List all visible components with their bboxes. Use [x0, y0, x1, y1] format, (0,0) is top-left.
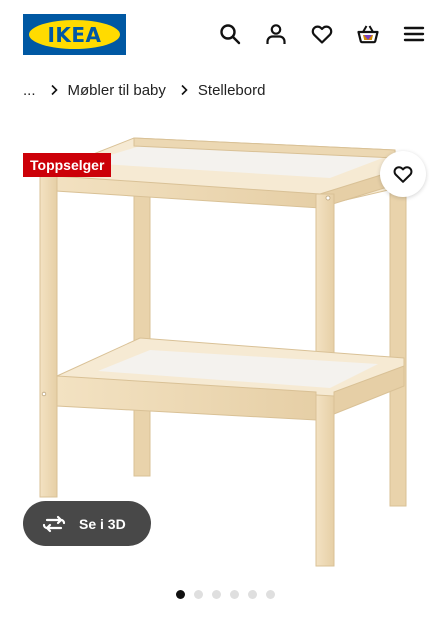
carousel-dot[interactable] [193, 590, 203, 599]
breadcrumb-ellipsis[interactable]: ... [23, 82, 36, 99]
basket-icon[interactable] [356, 22, 380, 46]
carousel-dot[interactable] [211, 590, 221, 599]
top-seller-badge: Toppselger [23, 153, 112, 177]
carousel-pagination [0, 590, 447, 600]
breadcrumb: ... Møbler til baby Stellebord [23, 80, 265, 100]
heart-icon[interactable] [310, 22, 334, 46]
carousel-dot[interactable] [175, 590, 185, 599]
header: IKEA [0, 0, 447, 68]
breadcrumb-current[interactable]: Stellebord [198, 82, 266, 99]
logo-oval: IKEA [29, 20, 120, 49]
account-icon[interactable] [264, 22, 288, 46]
rotate-3d-icon [42, 515, 66, 532]
menu-icon[interactable] [402, 22, 426, 46]
chevron-right-icon [47, 83, 61, 97]
chevron-right-icon [177, 83, 191, 97]
heart-icon [393, 166, 413, 183]
logo-text: IKEA [47, 22, 102, 47]
add-to-favourites-button[interactable] [380, 151, 426, 197]
view-in-3d-button[interactable]: Se i 3D [23, 501, 151, 546]
carousel-dot[interactable] [265, 590, 275, 599]
ikea-logo[interactable]: IKEA [23, 14, 126, 55]
view-in-3d-label: Se i 3D [79, 515, 126, 532]
search-icon[interactable] [218, 22, 242, 46]
carousel-dot[interactable] [229, 590, 239, 599]
carousel-dot[interactable] [247, 590, 257, 599]
breadcrumb-link-baby-furniture[interactable]: Møbler til baby [68, 82, 166, 99]
